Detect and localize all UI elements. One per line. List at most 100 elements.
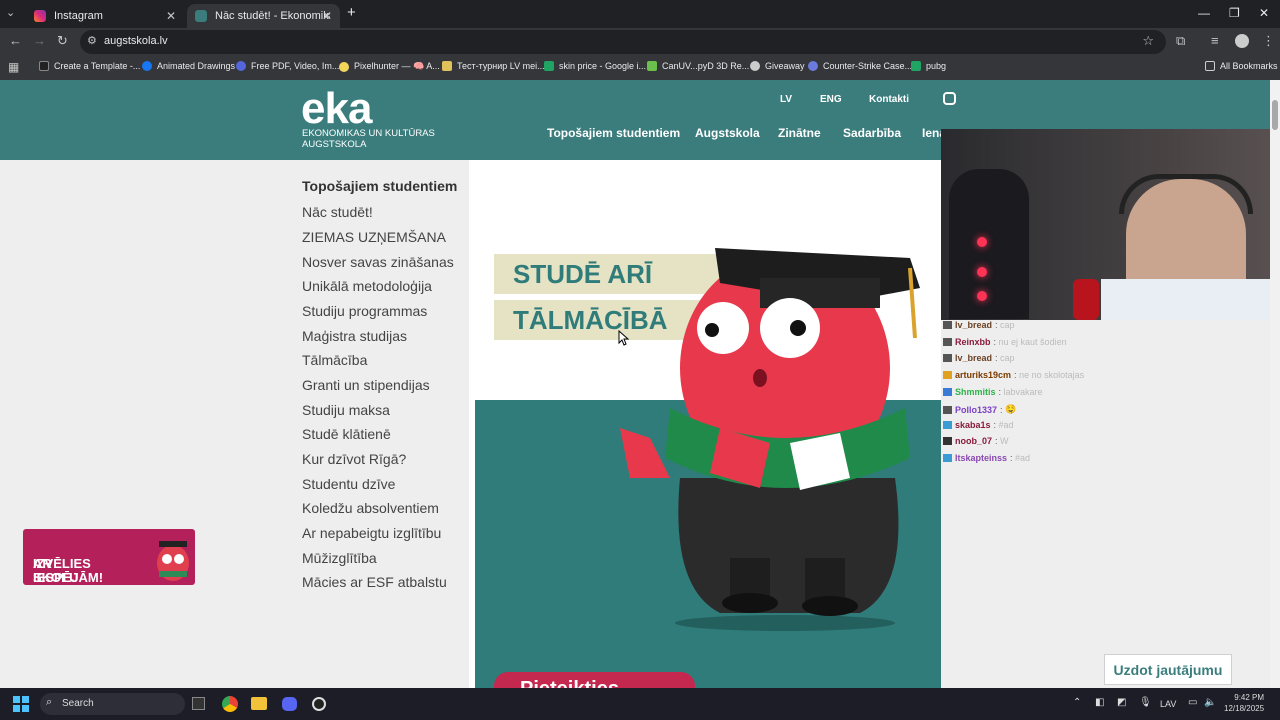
task-view-icon[interactable] bbox=[192, 697, 205, 710]
bookmark-item[interactable]: Animated Drawings bbox=[142, 61, 235, 71]
promo-banner[interactable]: IZVĒLIES SKOLU AR IESPĒJĀM! bbox=[23, 529, 195, 585]
sidebar-item[interactable]: Studē klātienē bbox=[302, 426, 391, 442]
url-text: augstskola.lv bbox=[104, 35, 168, 47]
browser-tab-strip: ⌄ Instagram ✕ Nāc studēt! - Ekonomikas u… bbox=[0, 0, 1280, 28]
bookmark-item[interactable]: Pixelhunter — 🧠 A... bbox=[339, 61, 440, 72]
reload-icon[interactable]: ↻ bbox=[57, 33, 68, 49]
mascot-icon bbox=[157, 541, 189, 581]
clock-date: 12/18/2025 bbox=[1224, 704, 1265, 713]
ask-question-button[interactable]: Uzdot jautājumu bbox=[1104, 654, 1232, 685]
sword-badge-icon bbox=[943, 405, 952, 414]
site-logo[interactable]: eka bbox=[301, 84, 372, 134]
bookmark-item[interactable]: Create a Template -... bbox=[39, 61, 140, 71]
bookmark-item[interactable]: pubg bbox=[911, 61, 946, 71]
sword-badge-icon bbox=[943, 321, 952, 329]
bookmark-item[interactable]: skin price - Google i... bbox=[544, 61, 646, 71]
close-icon[interactable]: ✕ bbox=[322, 9, 332, 23]
close-window-icon[interactable]: ✕ bbox=[1259, 6, 1269, 20]
sidebar-item[interactable]: Studentu dzīve bbox=[302, 476, 395, 492]
lang-lv-link[interactable]: LV bbox=[780, 94, 792, 105]
network-icon[interactable]: ▭ bbox=[1188, 697, 1197, 708]
tab-instagram[interactable]: Instagram ✕ bbox=[26, 4, 184, 28]
clock-time: 9:42 PM bbox=[1234, 693, 1265, 702]
sidebar-item[interactable]: Tālmācība bbox=[302, 352, 367, 368]
sidebar-item[interactable]: Ar nepabeigtu izglītību bbox=[302, 525, 441, 541]
media-icon[interactable]: ≡ bbox=[1211, 33, 1219, 48]
bot-badge-icon bbox=[943, 437, 952, 445]
tab-search-icon[interactable]: ⌄ bbox=[6, 6, 15, 19]
minimize-icon[interactable]: — bbox=[1198, 6, 1210, 20]
file-explorer-icon[interactable] bbox=[251, 697, 267, 710]
bookmark-star-icon[interactable]: ☆ bbox=[1142, 33, 1154, 49]
sidebar-item[interactable]: Granti un stipendijas bbox=[302, 377, 430, 393]
search-label: Search bbox=[62, 698, 94, 709]
microphone-icon[interactable]: 🎙 bbox=[1139, 697, 1152, 708]
nav-university[interactable]: Augstskola bbox=[695, 126, 760, 140]
page-scrollbar[interactable] bbox=[1270, 80, 1280, 688]
all-bookmarks[interactable]: All Bookmarks bbox=[1205, 61, 1278, 71]
restore-icon[interactable]: ❐ bbox=[1229, 6, 1240, 20]
bookmark-item[interactable]: Counter-Strike Case... bbox=[808, 61, 912, 71]
sidebar-item[interactable]: Unikālā metodoloģija bbox=[302, 278, 432, 294]
tray-overflow-icon[interactable]: ⌃ bbox=[1073, 697, 1081, 708]
bookmark-item[interactable]: Free PDF, Video, Im... bbox=[236, 61, 339, 71]
chat-message: Reinxbb: nu ej kaut šodien bbox=[943, 337, 1067, 347]
sidebar-title[interactable]: Topošajiem studentiem bbox=[302, 178, 457, 194]
sword-badge-icon bbox=[943, 338, 952, 346]
scrollbar-thumb[interactable] bbox=[1272, 100, 1278, 130]
chat-message: lv_bread: cap bbox=[943, 353, 1015, 363]
taskbar-clock[interactable]: 9:42 PM 12/18/2025 bbox=[1224, 692, 1264, 714]
sidebar-item[interactable]: ZIEMAS UZŅEMŠANA bbox=[302, 229, 446, 245]
tab-title: Nāc studēt! - Ekonomikas un Ku bbox=[215, 10, 330, 22]
volume-icon[interactable]: 🔈 bbox=[1204, 697, 1216, 708]
address-bar[interactable]: ⚙ augstskola.lv ☆ bbox=[80, 30, 1166, 54]
instagram-icon[interactable] bbox=[943, 92, 956, 105]
browser-toolbar: ← → ↻ ⚙ augstskola.lv ☆ ⧉ ≡ ⋮ bbox=[0, 28, 1280, 56]
mascot-illustration bbox=[620, 248, 920, 631]
taskbar-search[interactable]: ⌕ Search bbox=[40, 693, 185, 715]
lang-eng-link[interactable]: ENG bbox=[820, 94, 842, 105]
forward-icon[interactable]: → bbox=[33, 33, 46, 48]
sidebar-item[interactable]: Mācies ar ESF atbalstu bbox=[302, 574, 447, 590]
discord-icon[interactable] bbox=[282, 697, 297, 711]
contacts-link[interactable]: Kontakti bbox=[869, 94, 909, 105]
nav-science[interactable]: Zinātne bbox=[778, 126, 821, 140]
chat-message: skaba1s: #ad bbox=[943, 420, 1014, 430]
cube-badge-icon bbox=[943, 388, 952, 396]
extensions-icon[interactable]: ⧉ bbox=[1176, 33, 1185, 49]
obs-icon[interactable] bbox=[312, 697, 326, 711]
menu-kebab-icon[interactable]: ⋮ bbox=[1262, 33, 1275, 49]
chat-message: Itskapteinss: #ad bbox=[943, 453, 1030, 463]
sidebar-item[interactable]: Nosver savas zināšanas bbox=[302, 254, 454, 270]
sidebar-item[interactable]: Nāc studēt! bbox=[302, 204, 373, 220]
tab-augstskola[interactable]: Nāc studēt! - Ekonomikas un Ku ✕ bbox=[187, 4, 340, 28]
chrome-taskbar-icon[interactable] bbox=[222, 696, 238, 712]
sidebar-item[interactable]: Studiju programmas bbox=[302, 303, 427, 319]
sidebar-item[interactable]: Mūžizglītība bbox=[302, 550, 377, 566]
site-info-icon[interactable]: ⚙ bbox=[87, 34, 97, 47]
nav-future-students[interactable]: Topošajiem studentiem bbox=[547, 126, 680, 140]
language-indicator[interactable]: LAV bbox=[1160, 699, 1176, 709]
back-icon[interactable]: ← bbox=[9, 33, 22, 48]
bookmarks-bar: ▦ Create a Template -... Animated Drawin… bbox=[0, 56, 1280, 80]
bookmark-item[interactable]: CanUV...pyD 3D Re... bbox=[647, 61, 749, 71]
site-logo-subtitle: EKONOMIKAS UN KULTŪRAS AUGSTSKOLA bbox=[302, 128, 435, 150]
bookmark-item[interactable]: Giveaway bbox=[750, 61, 805, 71]
new-tab-button[interactable]: + bbox=[347, 4, 356, 21]
sidebar-item[interactable]: Koledžu absolventiem bbox=[302, 500, 439, 516]
close-icon[interactable]: ✕ bbox=[166, 9, 176, 23]
webcam-overlay bbox=[941, 129, 1280, 320]
bookmark-item[interactable]: Тест-турнир LV mei... bbox=[442, 61, 545, 71]
sword-badge-icon bbox=[943, 354, 952, 362]
sidebar-item[interactable]: Maģistra studijas bbox=[302, 328, 407, 344]
apps-grid-icon[interactable]: ▦ bbox=[8, 60, 19, 74]
sub-badge-icon bbox=[943, 454, 952, 462]
mouse-cursor-icon bbox=[618, 330, 630, 346]
windows-start-icon[interactable] bbox=[13, 696, 29, 712]
nav-cooperation[interactable]: Sadarbība bbox=[843, 126, 901, 140]
profile-avatar[interactable] bbox=[1235, 34, 1249, 48]
sidebar-item[interactable]: Kur dzīvot Rīgā? bbox=[302, 451, 406, 467]
sidebar-item[interactable]: Studiju maksa bbox=[302, 402, 390, 418]
tray-app-icon[interactable]: ◧ bbox=[1095, 697, 1104, 708]
tray-app-icon[interactable]: ◩ bbox=[1117, 697, 1126, 708]
